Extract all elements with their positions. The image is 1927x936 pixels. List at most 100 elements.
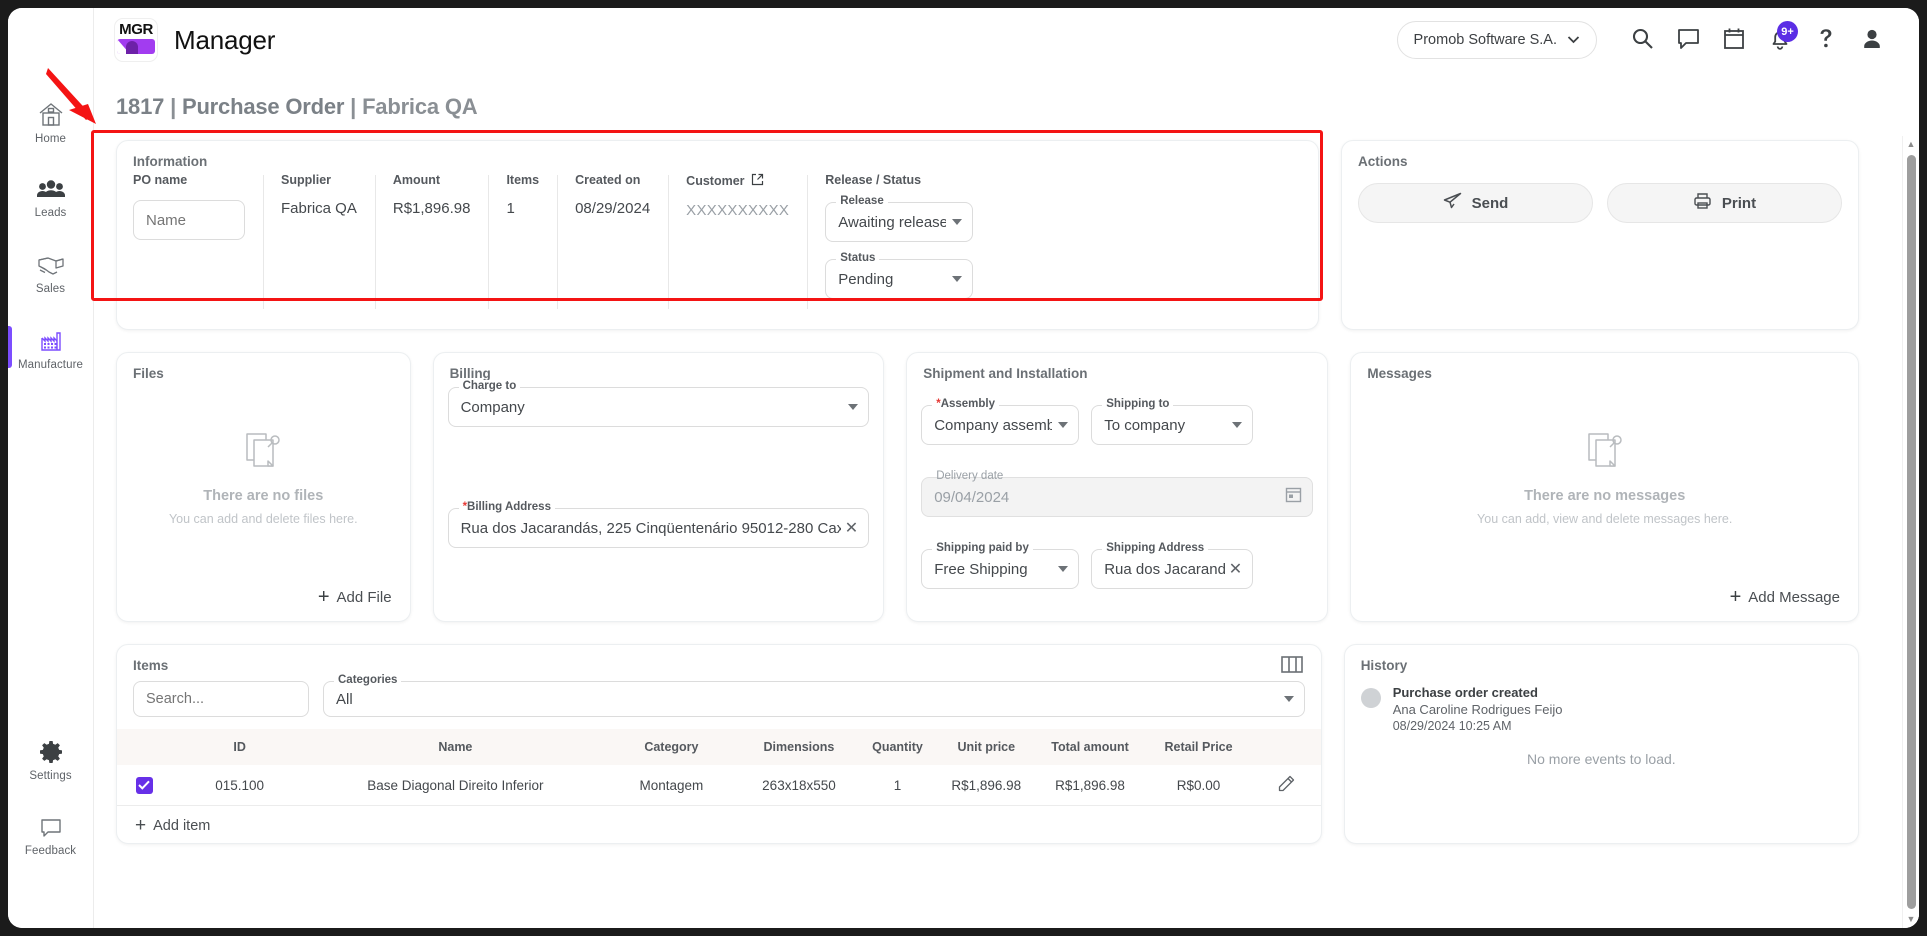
release-select[interactable]: Release Awaiting release [825,195,974,242]
search-input[interactable] [133,681,309,717]
search-icon-button[interactable] [1619,17,1665,63]
sidebar-item-label: Feedback [24,844,77,857]
customer-value: XXXXXXXXXX [686,202,790,219]
files-empty-sub: You can add and delete files here. [168,512,358,526]
calendar-icon-button[interactable] [1711,17,1757,63]
add-item-button[interactable]: + Add item [117,806,1321,835]
assembly-label-text: Assembly [940,398,996,410]
chevron-down-icon [1058,422,1069,428]
send-button[interactable]: Send [1358,183,1593,223]
chevron-down-icon [1058,566,1069,572]
sidebar-item-label: Sales [35,282,66,295]
items-table-head: ID Name Category Dimensions Quantity Uni… [117,729,1321,765]
scrollbar-thumb[interactable] [1906,155,1916,909]
history-event-title: Purchase order created [1392,685,1538,700]
shipment-title: Shipment and Installation [923,366,1088,381]
shipping-to-select[interactable]: Shipping to To company [1091,398,1254,445]
info-col-amount: Amount R$1,896.98 [374,173,489,319]
handshake-icon [36,254,66,278]
delivery-date-label: Delivery date [936,470,1004,482]
charge-to-value: Company [460,398,525,416]
sidebar-item-sales[interactable]: Sales [8,236,93,312]
column-header-quantity: Quantity [858,729,937,765]
billing-address-field[interactable]: *Billing Address Rua dos Jacarandás, 225… [447,501,870,548]
add-message-button[interactable]: + Add Message [1730,587,1840,607]
created-on-value: 08/29/2024 [575,200,651,217]
page-title: 1817 | Purchase Order | Fabrica QA [116,94,1919,120]
items-table: ID Name Category Dimensions Quantity Uni… [117,729,1321,806]
info-col-release-status: Release / Status Release Awaiting releas… [807,173,991,319]
cell-quantity: 1 [858,765,937,806]
add-item-label: Add item [153,817,211,834]
sidebar-item-feedback[interactable]: Feedback [8,798,93,874]
sidebar-item-home[interactable]: Home [8,84,93,160]
row-checkbox[interactable] [135,776,153,794]
shipment-card: Shipment and Installation *Assembly Comp… [906,352,1329,622]
chat-icon-button[interactable] [1665,17,1711,63]
items-card: Items Categories All [116,644,1322,844]
customer-label: Customer [686,173,789,189]
cell-retail-price: R$0.00 [1144,765,1253,806]
sidebar-item-label: Home [34,132,67,145]
info-col-po-name: PO name [133,173,263,319]
billing-address-value: Rua dos Jacarandás, 225 Cinqüentenário 9… [460,519,841,537]
amount-value: R$1,896.98 [392,200,471,217]
external-link-icon[interactable] [751,173,764,189]
sidebar-item-settings[interactable]: Settings [8,722,93,798]
status-select[interactable]: Status Pending [825,252,974,299]
supplier-name: Fabrica QA [362,94,478,119]
vertical-scrollbar[interactable]: ▲ ▼ [1902,136,1919,928]
shipping-paid-by-select[interactable]: Shipping paid by Free Shipping [921,542,1080,589]
cell-unit-price: R$1,896.98 [936,765,1036,806]
page-body: 1817 | Purchase Order | Fabrica QA Infor… [94,72,1919,928]
print-icon [1693,192,1712,214]
shipping-address-field[interactable]: Shipping Address Rua dos Jacarandás, 225… [1091,542,1254,589]
scroll-up-arrow-icon[interactable]: ▲ [1907,136,1916,153]
shipping-paid-by-label: Shipping paid by [932,542,1033,554]
calendar-icon[interactable] [1285,486,1302,508]
chevron-down-icon [952,276,963,282]
row-select-cell [117,765,172,806]
sidebar-item-leads[interactable]: Leads [8,160,93,236]
close-icon[interactable]: ✕ [845,518,858,538]
sidebar-bottom-group: Settings Feedback [8,722,93,874]
add-file-button[interactable]: + Add File [318,587,392,607]
scroll-down-arrow-icon[interactable]: ▼ [1907,911,1916,928]
categories-select[interactable]: Categories All [323,674,1305,717]
app-logo: MGR [114,18,158,62]
column-header-category: Category [602,729,740,765]
logo-shape [117,39,155,54]
column-header-dimensions: Dimensions [739,729,859,765]
sidebar-item-manufacture[interactable]: Manufacture [8,312,93,388]
print-button[interactable]: Print [1607,183,1842,223]
cell-category: Montagem [602,765,740,806]
notification-badge: 9+ [1777,21,1798,42]
order-number: 1817 [116,94,165,119]
column-header-retail-price: Retail Price [1144,729,1253,765]
notifications-button[interactable]: 9+ [1757,17,1803,63]
items-count-value: 1 [506,200,515,217]
doc-type: Purchase Order [181,94,345,119]
items-count-label: Items [506,173,540,187]
charge-to-select[interactable]: Charge to Company [447,380,870,427]
information-grid: PO name Supplier Fabrica QA Amount R$1,8… [117,169,1318,319]
chevron-down-icon [1567,32,1580,48]
created-on-label: Created on [575,173,641,187]
history-event-body: Purchase order created Ana Caroline Rodr… [1393,685,1563,733]
info-col-customer: Customer XXXXXXXXXX [668,173,807,319]
po-name-input[interactable] [133,200,245,240]
shipping-to-label: Shipping to [1102,398,1174,410]
company-selector[interactable]: Promob Software S.A. [1396,21,1597,59]
add-message-label: Add Message [1748,588,1840,606]
help-button[interactable] [1803,17,1849,63]
split-view-toggle-icon[interactable] [1280,656,1303,678]
close-icon[interactable]: ✕ [1229,559,1242,579]
table-row[interactable]: 015.100 Base Diagonal Direito Inferior M… [117,765,1321,806]
edit-pencil-icon[interactable] [1278,775,1295,795]
delivery-date-value: 09/04/2024 [934,488,1010,506]
account-button[interactable] [1849,17,1895,63]
column-header-id: ID [171,729,308,765]
assembly-select[interactable]: *Assembly Company assemblers [921,398,1080,445]
document-icon [1584,431,1626,480]
release-value: Awaiting release [838,213,947,231]
